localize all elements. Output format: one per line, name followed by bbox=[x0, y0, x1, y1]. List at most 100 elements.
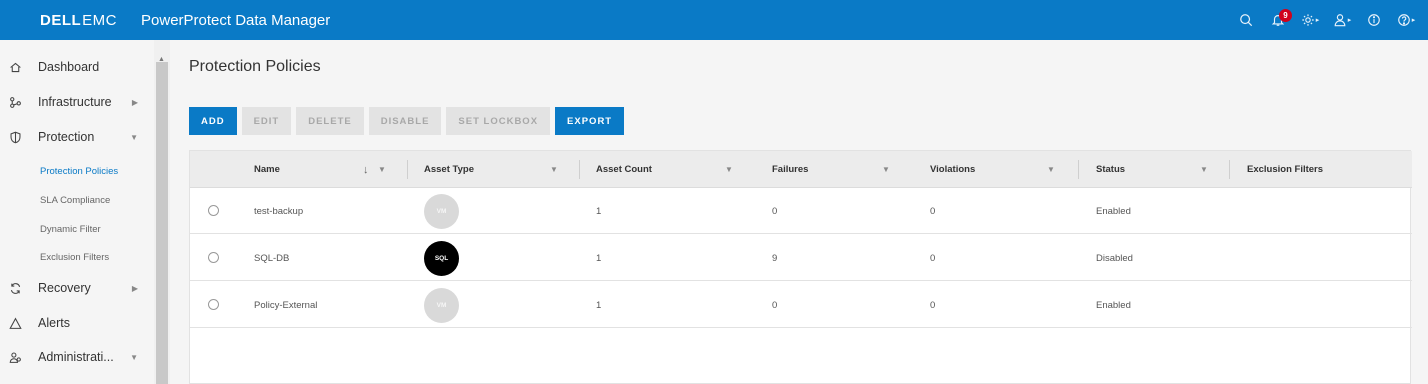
set-lockbox-button[interactable]: SET LOCKBOX bbox=[446, 107, 551, 135]
column-divider bbox=[407, 160, 408, 179]
sidebar-subitem-protection-policies[interactable]: Protection Policies bbox=[40, 166, 118, 177]
asset-type-badge-sql: SQL bbox=[424, 241, 459, 276]
column-header-name[interactable]: Name ↓ ▼ bbox=[254, 151, 404, 188]
column-label: Name bbox=[254, 164, 280, 175]
filter-icon[interactable]: ▼ bbox=[725, 165, 733, 174]
table-row[interactable]: SQL-DB SQL 1 9 0 Disabled bbox=[190, 235, 1412, 281]
sidebar-item-label: Recovery bbox=[38, 281, 91, 295]
cell-failures: 0 bbox=[772, 299, 778, 311]
sidebar-item-infrastructure[interactable]: Infrastructure ▶ bbox=[0, 87, 154, 117]
dell-emc-logo[interactable]: DELL EMC bbox=[40, 12, 117, 29]
table-row[interactable]: Policy-External VM 1 0 0 Enabled bbox=[190, 282, 1412, 328]
add-button[interactable]: ADD bbox=[189, 107, 237, 135]
column-divider bbox=[1078, 160, 1079, 179]
sidebar-item-label: Protection bbox=[38, 130, 95, 144]
search-icon[interactable] bbox=[1230, 0, 1262, 40]
alert-icon bbox=[8, 316, 22, 330]
sidebar-item-protection[interactable]: Protection ▼ bbox=[0, 122, 154, 152]
sidebar-item-label: Dashboard bbox=[38, 60, 100, 74]
sidebar-scrollbar[interactable]: ▲ bbox=[154, 40, 170, 384]
cell-name: Policy-External bbox=[254, 299, 318, 311]
shield-icon bbox=[8, 130, 22, 144]
home-icon bbox=[8, 60, 22, 74]
filter-icon[interactable]: ▼ bbox=[378, 165, 386, 174]
cell-status: Enabled bbox=[1096, 205, 1131, 217]
column-header-status[interactable]: Status ▼ bbox=[1096, 151, 1221, 188]
help-icon[interactable]: ▸ bbox=[1390, 0, 1422, 40]
table-row[interactable]: test-backup VM 1 0 0 Enabled bbox=[190, 188, 1412, 234]
filter-icon[interactable]: ▼ bbox=[1047, 165, 1055, 174]
delete-button[interactable]: DELETE bbox=[296, 107, 364, 135]
top-bar: DELL EMC PowerProtect Data Manager 9 ▸ ▸… bbox=[0, 0, 1428, 40]
cell-status: Disabled bbox=[1096, 252, 1133, 264]
column-label: Failures bbox=[772, 164, 809, 175]
filter-icon[interactable]: ▼ bbox=[550, 165, 558, 174]
admin-icon bbox=[8, 350, 22, 364]
cell-violations: 0 bbox=[930, 205, 936, 217]
sort-down-icon[interactable]: ↓ bbox=[363, 164, 369, 176]
caret-right-icon: ▸ bbox=[1347, 17, 1352, 24]
column-label: Exclusion Filters bbox=[1247, 164, 1324, 175]
column-header-asset-type[interactable]: Asset Type ▼ bbox=[424, 151, 564, 188]
column-divider bbox=[1229, 160, 1230, 179]
scrollbar-thumb[interactable] bbox=[156, 62, 168, 384]
cell-asset-count: 1 bbox=[596, 205, 602, 217]
cell-violations: 0 bbox=[930, 252, 936, 264]
cell-asset-count: 1 bbox=[596, 252, 602, 264]
row-radio[interactable] bbox=[208, 205, 219, 216]
cell-failures: 0 bbox=[772, 205, 778, 217]
edit-button[interactable]: EDIT bbox=[241, 107, 292, 135]
export-button[interactable]: EXPORT bbox=[555, 107, 625, 135]
sidebar-subitem-sla-compliance[interactable]: SLA Compliance bbox=[40, 195, 110, 206]
column-label: Asset Count bbox=[596, 164, 652, 175]
cell-name: SQL-DB bbox=[254, 252, 290, 264]
filter-icon[interactable]: ▼ bbox=[1200, 165, 1208, 174]
cell-violations: 0 bbox=[930, 299, 936, 311]
column-divider bbox=[579, 160, 580, 179]
recovery-icon bbox=[8, 281, 22, 295]
sidebar-item-label: Alerts bbox=[38, 316, 70, 330]
table-header: Name ↓ ▼ Asset Type ▼ Asset Count ▼ Fail… bbox=[190, 151, 1412, 188]
sidebar-subitem-exclusion-filters[interactable]: Exclusion Filters bbox=[40, 252, 109, 263]
column-label: Status bbox=[1096, 164, 1126, 175]
column-label: Violations bbox=[930, 164, 976, 175]
cell-asset-count: 1 bbox=[596, 299, 602, 311]
user-icon[interactable]: ▸ bbox=[1326, 0, 1358, 40]
sidebar-item-label: Administrati... bbox=[38, 350, 114, 364]
chevron-down-icon: ▼ bbox=[130, 352, 138, 362]
sidebar-item-label: Infrastructure bbox=[38, 95, 112, 109]
column-header-asset-count[interactable]: Asset Count ▼ bbox=[596, 151, 746, 188]
gear-icon[interactable]: ▸ bbox=[1294, 0, 1326, 40]
chevron-right-icon: ▶ bbox=[131, 97, 138, 107]
page-title: Protection Policies bbox=[189, 58, 321, 75]
disable-button[interactable]: DISABLE bbox=[368, 107, 442, 135]
column-header-failures[interactable]: Failures ▼ bbox=[772, 151, 902, 188]
top-icons: 9 ▸ ▸ ▸ bbox=[1230, 0, 1422, 40]
row-radio[interactable] bbox=[208, 299, 219, 310]
logo-dell: DELL bbox=[40, 11, 82, 29]
sidebar-subitem-dynamic-filter[interactable]: Dynamic Filter bbox=[40, 224, 101, 235]
row-radio[interactable] bbox=[208, 252, 219, 263]
cell-failures: 9 bbox=[772, 252, 778, 264]
info-icon[interactable] bbox=[1358, 0, 1390, 40]
column-header-exclusion-filters[interactable]: Exclusion Filters bbox=[1247, 151, 1397, 188]
cell-name: test-backup bbox=[254, 205, 304, 217]
filter-icon[interactable]: ▼ bbox=[882, 165, 890, 174]
logo-emc: EMC bbox=[82, 11, 118, 29]
product-name: PowerProtect Data Manager bbox=[141, 11, 331, 29]
asset-type-badge-vm: VM bbox=[424, 288, 459, 323]
column-label: Asset Type bbox=[424, 164, 474, 175]
infrastructure-icon bbox=[8, 95, 22, 109]
column-header-violations[interactable]: Violations ▼ bbox=[930, 151, 1070, 188]
sidebar-item-alerts[interactable]: Alerts bbox=[0, 308, 154, 338]
sidebar-item-administration[interactable]: Administrati... ▼ bbox=[0, 342, 154, 372]
sidebar-item-dashboard[interactable]: Dashboard bbox=[0, 52, 154, 82]
cell-status: Enabled bbox=[1096, 299, 1131, 311]
asset-type-badge-vm: VM bbox=[424, 194, 459, 229]
chevron-right-icon: ▶ bbox=[131, 283, 138, 293]
sidebar-item-recovery[interactable]: Recovery ▶ bbox=[0, 273, 154, 303]
bell-icon[interactable]: 9 bbox=[1262, 0, 1294, 40]
sidebar: Dashboard Infrastructure ▶ Protection ▼ … bbox=[0, 40, 154, 384]
caret-right-icon: ▸ bbox=[1315, 17, 1320, 24]
policies-table: Name ↓ ▼ Asset Type ▼ Asset Count ▼ Fail… bbox=[189, 150, 1412, 384]
